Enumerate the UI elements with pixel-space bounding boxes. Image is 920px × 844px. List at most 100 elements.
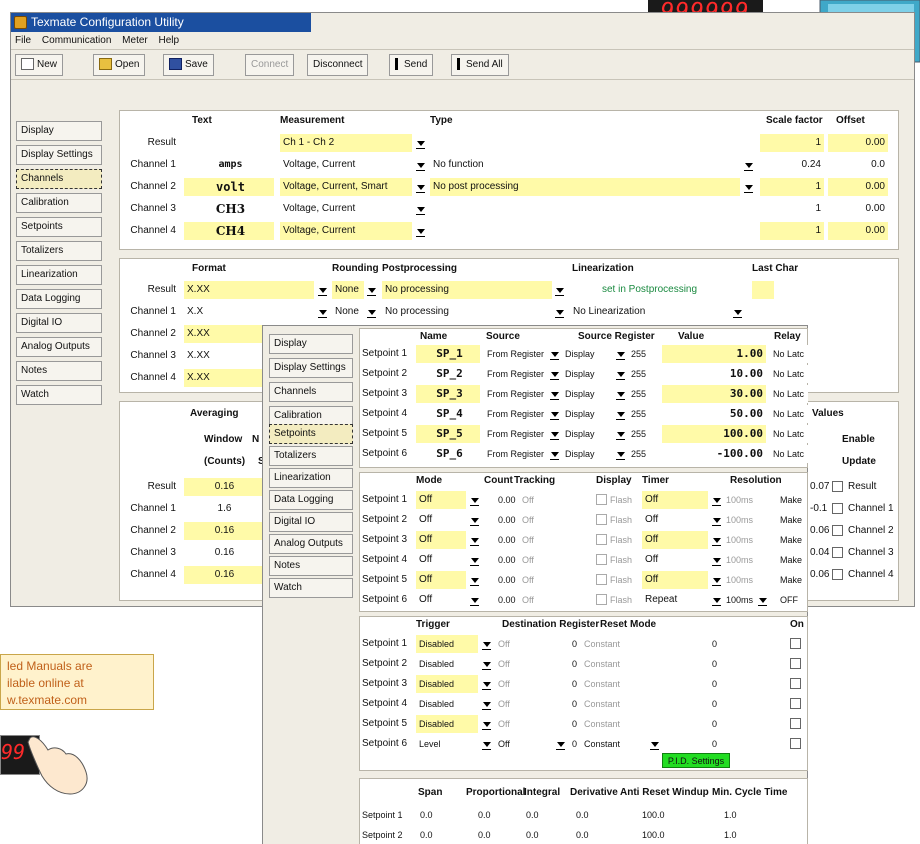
pid-settings-button[interactable]: P.I.D. Settings — [662, 753, 730, 768]
format-field[interactable]: X.X — [184, 303, 314, 321]
value-field[interactable]: 10.00 — [662, 365, 766, 383]
connect-button[interactable]: Connect — [245, 54, 295, 76]
dropdown-arrow-icon[interactable] — [550, 347, 559, 361]
measurement-field[interactable]: Ch 1 - Ch 2 — [280, 134, 412, 152]
update-checkbox[interactable] — [832, 525, 843, 536]
nav-channels[interactable]: Channels — [269, 382, 353, 402]
nav-setpoints[interactable]: Setpoints — [16, 217, 102, 237]
last-char-field[interactable] — [752, 281, 774, 299]
window-field[interactable]: 0.16 — [184, 566, 262, 584]
dropdown-arrow-icon[interactable] — [616, 447, 625, 461]
mode-field[interactable]: Off — [416, 511, 466, 529]
nav-display[interactable]: Display — [16, 121, 102, 141]
on-checkbox[interactable] — [790, 658, 801, 669]
dropdown-arrow-icon[interactable] — [482, 657, 491, 671]
dropdown-arrow-icon[interactable] — [318, 305, 327, 319]
on-checkbox[interactable] — [790, 698, 801, 709]
dropdown-arrow-icon[interactable] — [367, 305, 376, 319]
update-checkbox[interactable] — [832, 547, 843, 558]
linearization-field[interactable]: No Linearization — [570, 303, 730, 321]
nav-linearization[interactable]: Linearization — [269, 468, 353, 488]
relay-field[interactable]: No Latc — [770, 385, 808, 403]
dropdown-arrow-icon[interactable] — [712, 533, 721, 547]
nav-calibration[interactable]: Calibration — [269, 406, 353, 426]
trigger-field[interactable]: Disabled — [416, 655, 478, 673]
destination-field[interactable]: Off — [498, 734, 510, 754]
menu-meter[interactable]: Meter — [122, 35, 148, 46]
trigger-field[interactable]: Disabled — [416, 715, 478, 733]
scale-field[interactable]: 0.24 — [760, 156, 824, 174]
source-register-field[interactable]: Display — [562, 405, 614, 423]
format-field[interactable]: X.XX — [184, 369, 264, 387]
source-field[interactable]: From Register — [484, 385, 550, 403]
disconnect-button[interactable]: Disconnect — [307, 54, 369, 76]
flash-checkbox[interactable] — [596, 574, 607, 585]
measurement-field[interactable]: Voltage, Current — [280, 222, 412, 240]
nav-data-logging[interactable]: Data Logging — [269, 490, 353, 510]
text-field[interactable]: amps — [184, 156, 274, 174]
register-number-field[interactable]: 255 — [628, 365, 660, 383]
update-checkbox[interactable] — [832, 503, 843, 514]
dropdown-arrow-icon[interactable] — [556, 737, 565, 751]
source-field[interactable]: From Register — [484, 445, 550, 463]
mode-field[interactable]: Off — [416, 571, 466, 589]
flash-checkbox[interactable] — [596, 514, 607, 525]
dropdown-arrow-icon[interactable] — [712, 553, 721, 567]
update-checkbox[interactable] — [832, 481, 843, 492]
offset-field[interactable]: 0.0 — [828, 156, 888, 174]
dropdown-arrow-icon[interactable] — [712, 593, 721, 607]
window-field[interactable]: 0.16 — [184, 544, 262, 562]
offset-field[interactable]: 0.00 — [828, 178, 888, 196]
flash-checkbox[interactable] — [596, 594, 607, 605]
dropdown-arrow-icon[interactable] — [555, 305, 564, 319]
dropdown-arrow-icon[interactable] — [712, 493, 721, 507]
flash-checkbox[interactable] — [596, 494, 607, 505]
dropdown-arrow-icon[interactable] — [470, 573, 479, 587]
relay-field[interactable]: No Latc — [770, 445, 808, 463]
type-field[interactable]: No post processing — [430, 178, 740, 196]
postprocessing-field[interactable]: No processing — [382, 281, 552, 299]
save-button[interactable]: Save — [163, 54, 214, 76]
mode-field[interactable]: Off — [416, 531, 466, 549]
timer-field[interactable]: Off — [642, 511, 708, 529]
dropdown-arrow-icon[interactable] — [712, 573, 721, 587]
timer-field[interactable]: Repeat — [642, 591, 708, 609]
new-button[interactable]: New — [15, 54, 64, 76]
offset-field[interactable]: 0.00 — [828, 222, 888, 240]
dropdown-arrow-icon[interactable] — [616, 367, 625, 381]
dropdown-arrow-icon[interactable] — [367, 283, 376, 297]
source-register-field[interactable]: Display — [562, 345, 614, 363]
format-field[interactable]: X.XX — [184, 281, 314, 299]
dropdown-arrow-icon[interactable] — [482, 677, 491, 691]
dropdown-arrow-icon[interactable] — [616, 407, 625, 421]
value-field[interactable]: 100.00 — [662, 425, 766, 443]
dropdown-arrow-icon[interactable] — [416, 180, 425, 194]
dropdown-arrow-icon[interactable] — [744, 158, 753, 172]
nav-totalizers[interactable]: Totalizers — [16, 241, 102, 261]
reset-mode-field[interactable]: Constant — [584, 734, 620, 754]
nav-notes[interactable]: Notes — [269, 556, 353, 576]
type-field[interactable]: No function — [430, 156, 740, 174]
source-register-field[interactable]: Display — [562, 365, 614, 383]
rounding-field[interactable]: None — [332, 281, 364, 299]
on-checkbox[interactable] — [790, 718, 801, 729]
window-field[interactable]: 0.16 — [184, 478, 262, 496]
source-register-field[interactable]: Display — [562, 445, 614, 463]
dropdown-arrow-icon[interactable] — [482, 697, 491, 711]
nav-linearization[interactable]: Linearization — [16, 265, 102, 285]
dropdown-arrow-icon[interactable] — [758, 593, 767, 607]
value-field[interactable]: 1.00 — [662, 345, 766, 363]
offset-field[interactable]: 0.00 — [828, 200, 888, 218]
nav-watch[interactable]: Watch — [16, 385, 102, 405]
relay-field[interactable]: No Latc — [770, 425, 808, 443]
dropdown-arrow-icon[interactable] — [482, 637, 491, 651]
measurement-field[interactable]: Voltage, Current — [280, 156, 412, 174]
nav-channels[interactable]: Channels — [16, 169, 102, 189]
register-number-field[interactable]: 255 — [628, 405, 660, 423]
measurement-field[interactable]: Voltage, Current, Smart — [280, 178, 412, 196]
dropdown-arrow-icon[interactable] — [482, 737, 491, 751]
timer-field[interactable]: Off — [642, 571, 708, 589]
nav-data-logging[interactable]: Data Logging — [16, 289, 102, 309]
trigger-field[interactable]: Disabled — [416, 675, 478, 693]
dropdown-arrow-icon[interactable] — [416, 136, 425, 150]
